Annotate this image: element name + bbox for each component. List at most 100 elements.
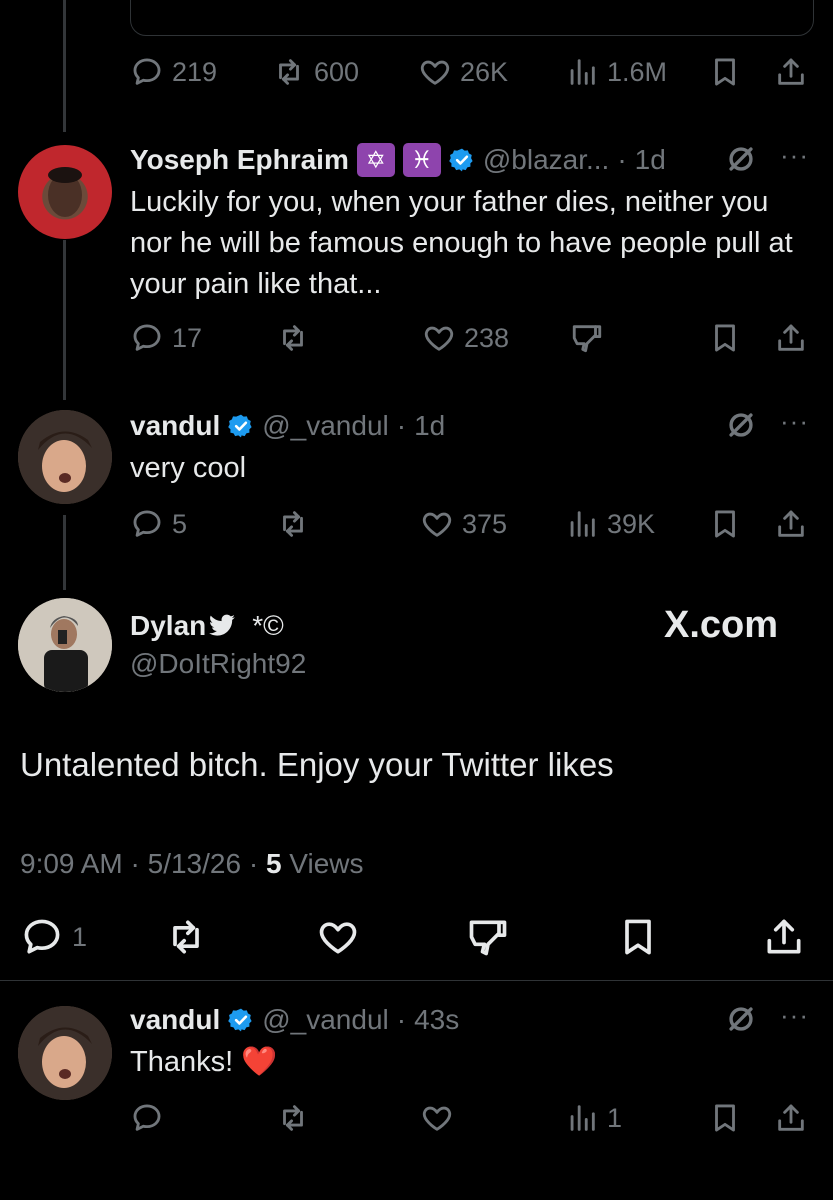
share-button[interactable] xyxy=(774,318,808,358)
like-button[interactable] xyxy=(420,1098,454,1138)
avatar[interactable] xyxy=(18,1006,112,1100)
reply-icon xyxy=(130,321,164,355)
reply-button[interactable]: 17 xyxy=(130,318,202,358)
verified-icon xyxy=(228,413,254,439)
share-icon xyxy=(774,55,808,89)
repost-button[interactable] xyxy=(164,914,208,960)
like-button[interactable]: 26K xyxy=(418,52,508,92)
person-avatar-icon xyxy=(18,598,112,692)
repost-icon xyxy=(164,915,208,959)
share-button[interactable] xyxy=(774,52,808,92)
views-count: 1.6M xyxy=(607,56,668,87)
more-button[interactable]: ··· xyxy=(780,140,809,171)
views-button[interactable]: 1.6M xyxy=(565,52,667,92)
views-count: 5 xyxy=(265,848,282,879)
bookmark-button[interactable] xyxy=(708,504,742,544)
reply-header: vandul @_vandul · 43s xyxy=(130,1000,459,1040)
avatar[interactable] xyxy=(18,598,112,692)
dislike-button[interactable] xyxy=(466,914,510,960)
reply-button[interactable] xyxy=(130,1098,164,1138)
more-button[interactable]: ··· xyxy=(780,406,809,437)
display-name[interactable]: vandul xyxy=(130,1004,220,1036)
display-name[interactable]: Yoseph Ephraim xyxy=(130,144,349,176)
handle[interactable]: @_vandul xyxy=(262,1004,389,1036)
display-name[interactable]: Dylan xyxy=(130,610,206,642)
star-of-david-icon: ✡ xyxy=(356,143,395,177)
handle[interactable]: @_vandul xyxy=(262,410,389,442)
top-post-actions: 219 600 26K 1.6M xyxy=(130,52,814,92)
repost-icon xyxy=(276,507,310,541)
person-avatar-icon xyxy=(18,410,112,504)
share-button[interactable] xyxy=(762,914,806,960)
verified-icon xyxy=(449,147,475,173)
verified-icon xyxy=(228,1007,254,1033)
focal-meta: 9:09 AM · 5/13/26 · 5 Views xyxy=(20,848,363,880)
more-button[interactable]: ··· xyxy=(780,1000,809,1031)
bookmark-button[interactable] xyxy=(708,52,742,92)
repost-button[interactable] xyxy=(276,1098,310,1138)
x-com-watermark: X.com xyxy=(664,604,779,646)
handle[interactable]: @DoItRight92 xyxy=(130,648,306,680)
repost-icon xyxy=(276,321,310,355)
bird-icon xyxy=(209,614,236,636)
like-button[interactable]: 238 xyxy=(422,318,509,358)
like-button[interactable]: 375 xyxy=(420,504,507,544)
reply-count: 17 xyxy=(172,322,203,353)
repost-icon xyxy=(276,1101,310,1135)
like-button[interactable] xyxy=(316,914,360,960)
person-avatar-icon xyxy=(48,167,82,217)
mute-button[interactable] xyxy=(724,1002,758,1041)
separator-dot: · xyxy=(396,1004,407,1035)
share-button[interactable] xyxy=(774,1098,808,1138)
thread-line xyxy=(63,240,66,400)
tweet-text: Thanks! ❤️ xyxy=(130,1042,277,1083)
avatar[interactable] xyxy=(18,410,112,504)
bookmark-icon xyxy=(708,1101,742,1135)
reply-header: vandul @_vandul · 1d xyxy=(130,406,445,446)
focal-date[interactable]: 5/13/26 xyxy=(148,848,241,879)
pisces-icon: ♓ xyxy=(402,143,441,177)
reply-actions: 1 xyxy=(130,1098,814,1138)
reply-count: 5 xyxy=(172,508,188,539)
reply-button[interactable]: 5 xyxy=(130,504,187,544)
thread-line xyxy=(63,515,66,590)
dislike-button[interactable] xyxy=(570,318,604,358)
tweet-text: very cool xyxy=(130,452,247,484)
reply-button[interactable]: 219 xyxy=(130,52,217,92)
reply-button[interactable]: 1 xyxy=(20,914,87,960)
share-button[interactable] xyxy=(774,504,808,544)
quoted-post-card[interactable] xyxy=(130,0,814,36)
views-button[interactable]: 39K xyxy=(565,504,655,544)
mute-button[interactable] xyxy=(724,142,758,181)
avatar[interactable] xyxy=(18,145,112,239)
reply-count: 219 xyxy=(172,56,218,87)
timestamp[interactable]: 1d xyxy=(414,410,445,442)
reply-count: 1 xyxy=(72,921,88,952)
share-icon xyxy=(762,915,806,959)
views-button[interactable]: 1 xyxy=(565,1098,622,1138)
display-name[interactable]: vandul xyxy=(130,410,220,442)
views-icon xyxy=(565,507,599,541)
bookmark-button[interactable] xyxy=(708,318,742,358)
bookmark-button[interactable] xyxy=(708,1098,742,1138)
bookmark-icon xyxy=(708,55,742,89)
repost-button[interactable] xyxy=(276,318,310,358)
handle[interactable]: @blazar... xyxy=(483,144,609,176)
person-avatar-icon xyxy=(18,1006,112,1100)
repost-button[interactable] xyxy=(276,504,310,544)
timestamp[interactable]: 1d xyxy=(635,144,666,176)
bookmark-button[interactable] xyxy=(616,914,660,960)
divider xyxy=(0,980,833,981)
focal-time[interactable]: 9:09 AM xyxy=(20,848,123,879)
like-count: 26K xyxy=(460,56,509,87)
mute-button[interactable] xyxy=(724,408,758,447)
reply-icon xyxy=(130,55,164,89)
repost-icon xyxy=(272,55,306,89)
repost-button[interactable]: 600 xyxy=(272,52,359,92)
mute-icon xyxy=(724,1002,758,1036)
focal-tweet-text: Untalented bitch. Enjoy your Twitter lik… xyxy=(20,746,614,783)
separator-dot: · xyxy=(396,410,407,441)
views-icon xyxy=(565,1101,599,1135)
reply-icon xyxy=(130,507,164,541)
timestamp[interactable]: 43s xyxy=(414,1004,459,1036)
